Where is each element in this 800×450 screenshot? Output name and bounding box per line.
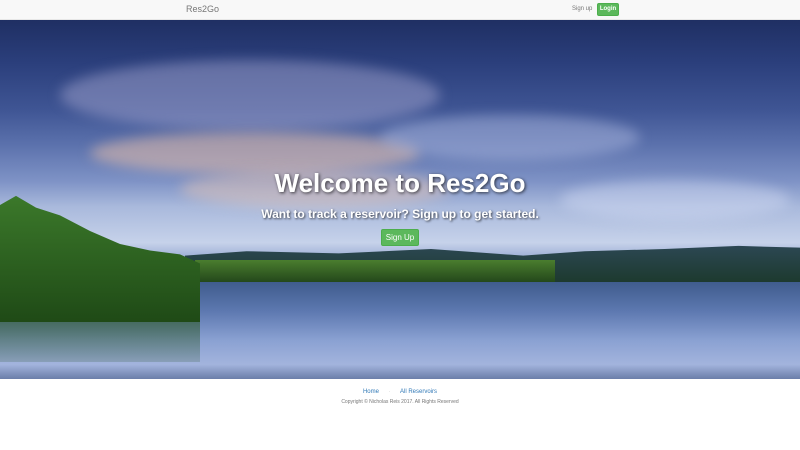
footer: Home · All Reservoirs Copyright © Nichol… [0, 389, 800, 405]
footer-separator: · [388, 389, 391, 395]
hero-cloud [60, 60, 440, 130]
nav-signup-link[interactable]: Sign up [572, 6, 592, 12]
hero-subtitle: Want to track a reservoir? Sign up to ge… [261, 207, 539, 221]
navbar: Res2Go Sign up Login [0, 0, 800, 20]
hero-treeline [195, 260, 555, 282]
footer-home-link[interactable]: Home [363, 389, 379, 395]
brand-link[interactable]: Res2Go [186, 4, 219, 14]
copyright: Copyright © Nicholas Reis 2017. All Righ… [341, 399, 459, 405]
hero-signup-button[interactable]: Sign Up [381, 229, 419, 246]
hero-cloud [380, 115, 640, 160]
footer-links: Home · All Reservoirs [0, 389, 800, 395]
login-button[interactable]: Login [597, 3, 619, 16]
footer-reservoirs-link[interactable]: All Reservoirs [400, 389, 437, 395]
hero-content: Welcome to Res2Go Want to track a reserv… [0, 168, 800, 246]
hero-title: Welcome to Res2Go [274, 168, 526, 198]
